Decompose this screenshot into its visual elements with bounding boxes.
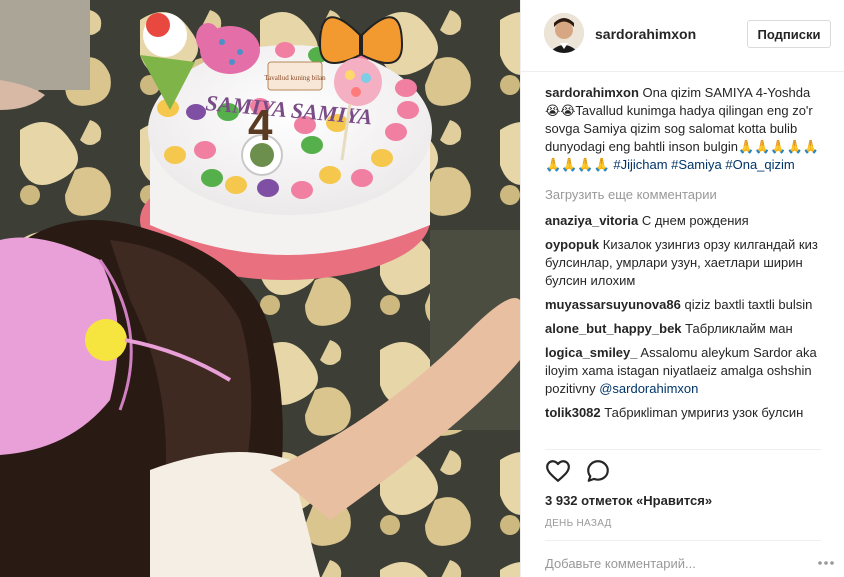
post-header: sardorahimxon Подписки xyxy=(521,0,844,72)
cake-topper-sign: Tavallud kuning bilan xyxy=(264,74,326,82)
post-caption: sardorahimxon Ona qizim SAMIYA 4-Yoshda😭… xyxy=(545,84,821,174)
comments-list[interactable]: sardorahimxon Ona qizim SAMIYA 4-Yoshda😭… xyxy=(545,84,821,448)
comment-username[interactable]: muyassarsuyunova86 xyxy=(545,297,681,312)
likes-count[interactable]: 3 932 отметок «Нравится» xyxy=(545,493,712,508)
comment-text: Табрикliman умригиз узок булсин xyxy=(604,405,804,420)
list-item: tolik3082 Табрикliman умригиз узок булси… xyxy=(545,404,821,422)
list-item: oypopuk Кизалок узингиз орзу килгандай к… xyxy=(545,236,821,290)
divider xyxy=(545,540,821,541)
comment-username[interactable]: alone_but_happy_bek xyxy=(545,321,682,336)
list-item: muyassarsuyunova86 qiziz baxtli taxtli b… xyxy=(545,296,821,314)
more-dots-icon[interactable] xyxy=(817,556,835,570)
hashtag-link[interactable]: #Jijicham xyxy=(613,157,667,172)
heart-icon[interactable] xyxy=(545,458,573,486)
add-comment-input[interactable] xyxy=(545,552,795,574)
header-username[interactable]: sardorahimxon xyxy=(595,26,696,42)
load-more-comments-link[interactable]: Загрузить еще комментарии xyxy=(545,186,821,204)
comment-username[interactable]: logica_smiley_ xyxy=(545,345,638,360)
list-item: logica_smiley_ Assalomu aleykum Sardor a… xyxy=(545,344,821,398)
comment-text: С днем рождения xyxy=(641,213,749,228)
user-avatar-icon xyxy=(544,13,584,53)
comment-text: Табрликлайм ман xyxy=(685,321,793,336)
hashtag-link[interactable]: #Samiya xyxy=(671,157,722,172)
divider xyxy=(545,449,821,450)
birthday-cake-photo: SAMIYA SAMIYA 4 Tavallud kuning bilan xyxy=(0,0,520,577)
following-button[interactable]: Подписки xyxy=(747,20,831,48)
comment-username[interactable]: anaziya_vitoria xyxy=(545,213,638,228)
list-item: anaziya_vitoria С днем рождения xyxy=(545,212,821,230)
cake-number: 4 xyxy=(248,101,273,150)
post-photo[interactable]: SAMIYA SAMIYA 4 Tavallud kuning bilan xyxy=(0,0,520,577)
post-side-panel: sardorahimxon Подписки sardorahimxon Ona… xyxy=(520,0,844,577)
hashtag-link[interactable]: #Ona_qizim xyxy=(725,157,794,172)
mention-link[interactable]: @sardorahimxon xyxy=(599,381,698,396)
list-item: alone_but_happy_bek Табрликлайм ман xyxy=(545,320,821,338)
comment-username[interactable]: oypopuk xyxy=(545,237,599,252)
comment-text: qiziz baxtli taxtli bulsin xyxy=(684,297,813,312)
post-timestamp[interactable]: ДЕНЬ НАЗАД xyxy=(545,518,612,529)
caption-username[interactable]: sardorahimxon xyxy=(545,85,639,100)
comment-username[interactable]: tolik3082 xyxy=(545,405,601,420)
avatar[interactable] xyxy=(544,13,584,53)
comment-bubble-icon[interactable] xyxy=(585,458,613,486)
